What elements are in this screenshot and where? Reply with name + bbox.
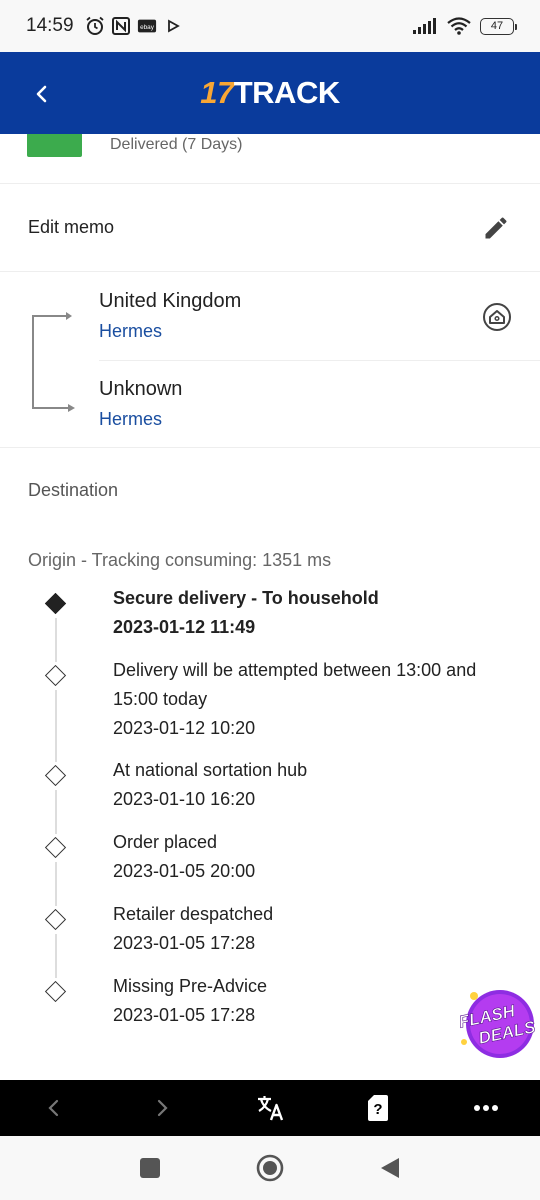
status-indicator — [27, 134, 82, 157]
home-icon[interactable] — [250, 1148, 290, 1188]
chevron-left-icon — [36, 85, 47, 103]
event-time: 2023-01-05 17:28 — [113, 933, 256, 953]
pencil-icon[interactable] — [480, 212, 512, 244]
more-icon[interactable] — [466, 1088, 506, 1128]
app-logo: 17 TRACK — [200, 75, 341, 111]
route-destination: Unknown Hermes — [99, 378, 182, 430]
ebay-icon: ebay — [137, 16, 157, 36]
event-time: 2023-01-05 20:00 — [113, 861, 256, 881]
main-content: Delivered (7 Days) Edit memo United King… — [0, 134, 540, 1080]
origin-country: United Kingdom — [99, 290, 242, 312]
origin-section-label: Origin - Tracking consuming: 1351 ms — [28, 550, 332, 570]
wifi-icon — [446, 16, 472, 36]
back-button[interactable] — [22, 74, 62, 114]
svg-text:ebay: ebay — [140, 24, 155, 31]
back-icon[interactable] — [370, 1148, 410, 1188]
play-icon — [163, 16, 183, 36]
alarm-icon — [85, 16, 105, 36]
edit-memo-row[interactable]: Edit memo — [0, 184, 540, 272]
logo-text: TRACK — [233, 75, 341, 110]
event-description: Order placed — [113, 832, 218, 852]
event-time: 2023-01-10 16:20 — [113, 789, 256, 809]
destination-carrier-link[interactable]: Hermes — [99, 409, 182, 430]
origin-carrier-link[interactable]: Hermes — [99, 321, 241, 342]
event-time: 2023-01-12 11:49 — [113, 617, 256, 637]
diamond-filled-icon — [44, 592, 67, 615]
app-header: 17 TRACK — [0, 52, 540, 134]
route-divider — [99, 360, 540, 361]
event-description: Delivery will be attempted between 13:00… — [113, 660, 477, 709]
timeline-event: Delivery will be attempted between 13:00… — [0, 656, 540, 762]
destination-section-label: Destination — [28, 480, 119, 500]
forward-arrow-icon[interactable] — [142, 1088, 182, 1128]
flash-deals-badge[interactable]: FLASH DEALS — [456, 984, 540, 1062]
signal-icon — [412, 16, 438, 36]
delivery-status-row: Delivered (7 Days) — [0, 134, 540, 184]
back-arrow-icon[interactable] — [34, 1088, 74, 1128]
logo-number: 17 — [200, 75, 234, 110]
diamond-outline-icon — [44, 908, 67, 931]
event-description: At national sortation hub — [113, 760, 308, 780]
delivery-status-label: Delivered (7 Days) — [110, 136, 243, 153]
timeline-event: Secure delivery - To household 2023-01-1… — [0, 584, 540, 662]
recent-apps-icon[interactable] — [130, 1148, 170, 1188]
event-time: 2023-01-12 10:20 — [113, 718, 256, 738]
destination-country: Unknown — [99, 378, 183, 400]
nfc-icon — [111, 16, 131, 36]
browser-toolbar: ? — [0, 1080, 540, 1136]
diamond-outline-icon — [44, 664, 67, 687]
event-description: Secure delivery - To household — [113, 588, 379, 608]
translate-icon[interactable] — [250, 1088, 290, 1128]
event-time: 2023-01-05 17:28 — [113, 1005, 256, 1025]
diamond-outline-icon — [44, 764, 67, 787]
route-origin: United Kingdom Hermes — [99, 290, 241, 342]
status-bar: 14:59 ebay 47 — [0, 0, 540, 52]
diamond-outline-icon — [44, 980, 67, 1003]
event-description: Retailer despatched — [113, 904, 274, 924]
status-icons-left: ebay — [85, 16, 183, 36]
timeline-event: Order placed 2023-01-05 20:00 — [0, 828, 540, 906]
timeline-connector — [55, 690, 57, 762]
timeline-event: At national sortation hub 2023-01-10 16:… — [0, 756, 540, 834]
route-bracket-icon — [32, 312, 75, 412]
battery-level: 47 — [490, 20, 504, 32]
diamond-outline-icon — [44, 836, 67, 859]
status-right: 47 — [412, 16, 517, 36]
system-nav-bar — [0, 1136, 540, 1200]
status-left: 14:59 ebay — [26, 15, 183, 37]
help-card-icon[interactable]: ? — [358, 1088, 398, 1128]
battery-icon: 47 — [480, 17, 517, 35]
home-circle-icon[interactable] — [482, 302, 512, 332]
svg-text:?: ? — [373, 1101, 382, 1118]
status-time: 14:59 — [26, 15, 74, 36]
event-description: Missing Pre-Advice — [113, 976, 268, 996]
edit-memo-label: Edit memo — [28, 217, 115, 237]
route-block: United Kingdom Hermes Unknown Hermes — [0, 272, 540, 448]
timeline-event: Retailer despatched 2023-01-05 17:28 — [0, 900, 540, 978]
tracking-timeline: Secure delivery - To household 2023-01-1… — [0, 584, 540, 1044]
